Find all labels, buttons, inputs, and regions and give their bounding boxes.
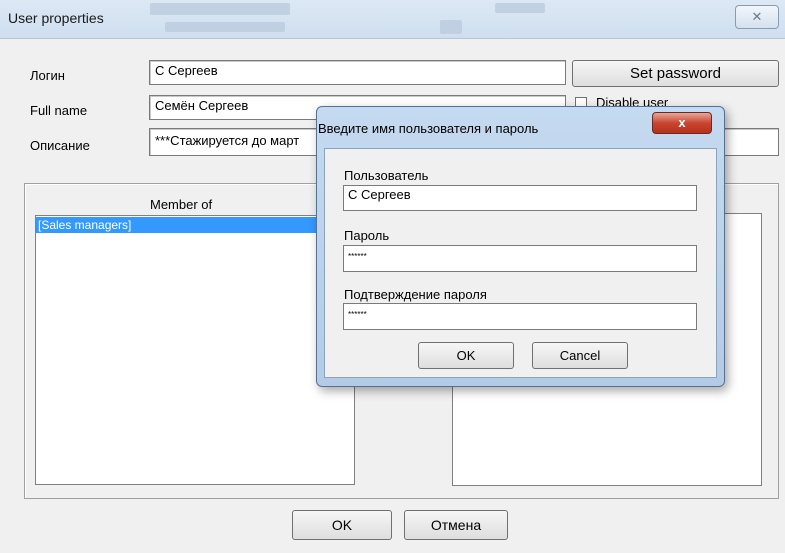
member-of-header: Member of (150, 197, 213, 212)
set-password-button[interactable]: Set password (572, 60, 779, 87)
dialog-confirm-field[interactable]: ****** (343, 303, 697, 330)
fullname-label: Full name (30, 103, 88, 118)
dialog-title: Введите имя пользователя и пароль (318, 121, 539, 136)
dialog-cancel-button[interactable]: Cancel (532, 342, 628, 369)
cancel-button[interactable]: Отмена (404, 510, 508, 540)
window-titlebar (0, 0, 785, 39)
login-field[interactable]: С Сергеев (149, 60, 566, 85)
dialog-user-label: Пользователь (344, 168, 429, 183)
dialog-password-label: Пароль (344, 228, 390, 243)
close-icon[interactable]: ✕ (735, 5, 779, 29)
description-label: Описание (30, 138, 90, 153)
ok-button[interactable]: OK (292, 510, 392, 540)
list-item[interactable]: [Sales managers] (36, 217, 338, 233)
background-blur (495, 3, 545, 13)
dialog-password-field[interactable]: ****** (343, 245, 697, 272)
dialog-confirm-label: Подтверждение пароля (344, 287, 487, 302)
dialog-user-field[interactable]: С Сергеев (343, 185, 697, 211)
background-blur (165, 22, 285, 32)
member-of-list[interactable] (35, 215, 355, 485)
login-label: Логин (30, 68, 65, 83)
background-blur (150, 3, 290, 15)
dialog-ok-button[interactable]: OK (418, 342, 514, 369)
window-title: User properties (8, 10, 104, 26)
background-blur (440, 20, 462, 34)
dialog-close-icon[interactable]: x (652, 112, 712, 134)
